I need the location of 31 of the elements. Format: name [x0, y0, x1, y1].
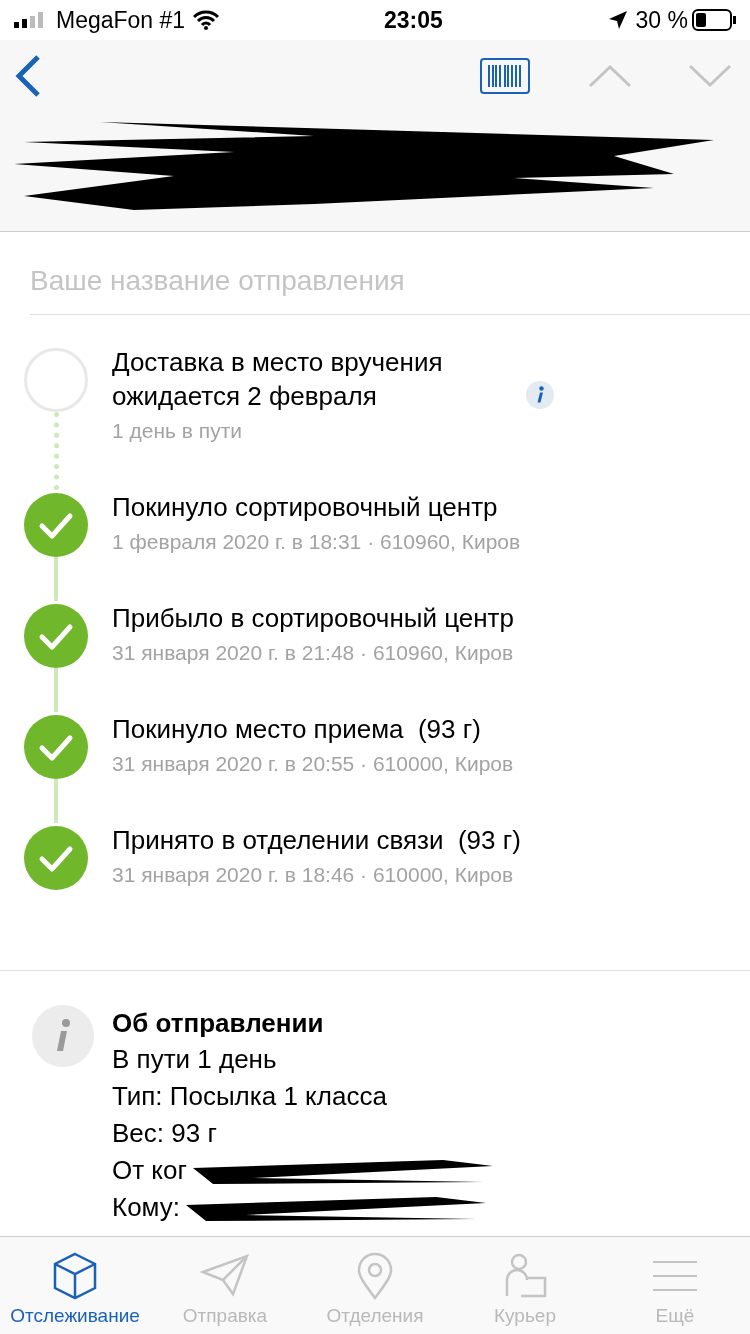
info-line: От ког: [112, 1154, 187, 1187]
event-detail: 31 января 2020 г. в 21:48 · 610960, Киров: [112, 640, 514, 666]
wifi-icon: [193, 10, 220, 30]
name-input-field[interactable]: Ваше название отправления: [30, 254, 750, 315]
event-detail: 1 февраля 2020 г. в 18:31 · 610960, Киров: [112, 529, 521, 555]
event-detail: 31 января 2020 г. в 20:55 · 610000, Киров: [112, 751, 514, 777]
event-title: Доставка в место вручения ожидается 2 февраля: [112, 346, 444, 413]
info-line: Вес: 93 г: [112, 1117, 217, 1150]
battery-percent: 30 %: [635, 5, 688, 35]
section-title: Об отправлении: [112, 1007, 325, 1040]
clock-time: 23:05: [383, 5, 443, 35]
tab-button[interactable]: Ещё: [600, 1237, 750, 1334]
info-icon[interactable]: [526, 381, 554, 409]
event-title: Принято в отделении связи (93 г): [112, 824, 521, 857]
tab-button[interactable]: Отделения: [300, 1237, 450, 1334]
event-title: Прибыло в сортировочный центр: [112, 602, 514, 635]
barcode-icon[interactable]: [480, 58, 530, 94]
tab-button[interactable]: Отслеживание: [0, 1237, 150, 1334]
tab-button[interactable]: Отправка: [150, 1237, 300, 1334]
event-detail: 31 января 2020 г. в 18:46 · 610000, Киров: [112, 862, 515, 888]
info-icon: [32, 1005, 94, 1067]
info-line: Кому:: [112, 1191, 180, 1224]
location-arrow-icon: [607, 10, 628, 30]
carrier-name: MegaFon #1: [56, 5, 186, 35]
info-line: Тип: Посылка 1 класса: [112, 1080, 387, 1113]
event-title: Покинуло сортировочный центр: [112, 491, 499, 524]
event-title: Покинуло место приема (93 г): [112, 713, 482, 746]
battery-icon: [692, 9, 736, 31]
event-detail: 1 день в пути: [112, 418, 244, 444]
tab-button[interactable]: Курьер: [450, 1237, 600, 1334]
info-line: В пути 1 день: [112, 1043, 277, 1076]
